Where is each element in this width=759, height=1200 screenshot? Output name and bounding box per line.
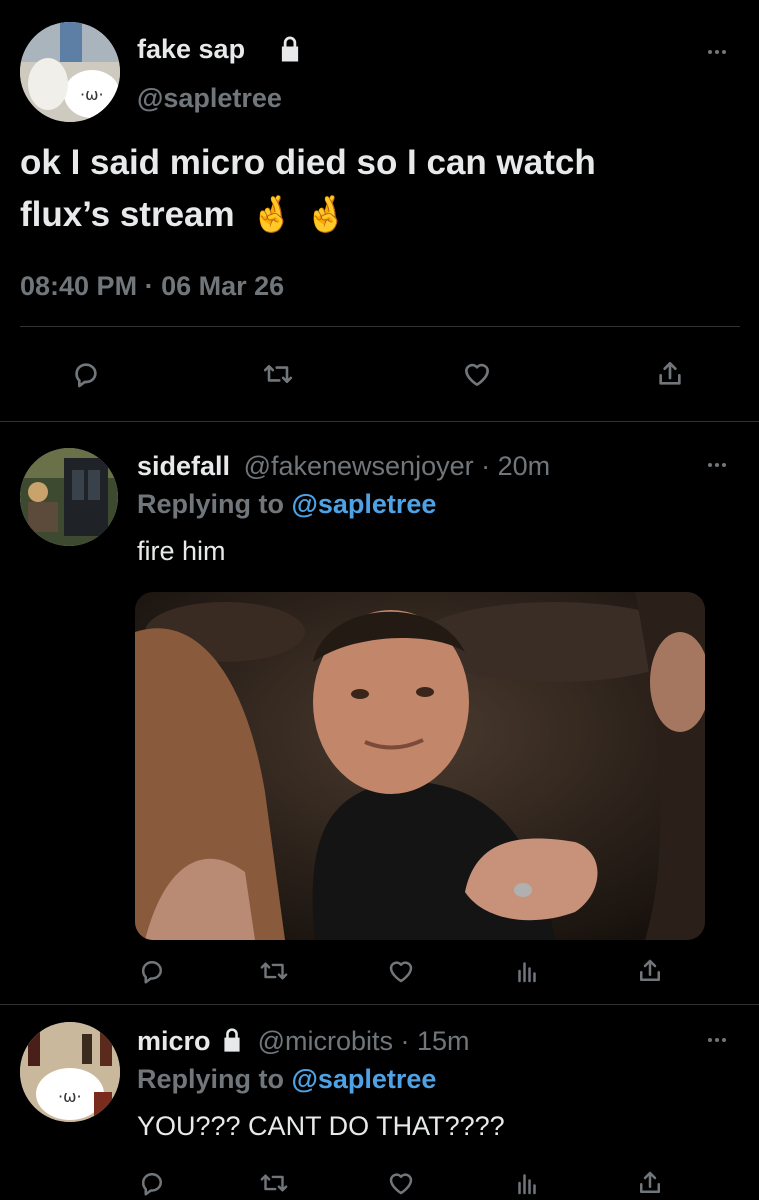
reply-text: YOU??? CANT DO THAT???? <box>137 1111 505 1141</box>
reply-header: sidefall @fakenewsenjoyer · 20m <box>137 450 550 482</box>
divider <box>0 1004 759 1005</box>
avatar-image <box>20 448 118 546</box>
replying-to-label: Replying to <box>137 1064 284 1094</box>
share-icon[interactable] <box>633 954 667 988</box>
tweet-date: 06 Mar 26 <box>161 271 285 301</box>
more-dots-icon[interactable] <box>708 463 726 467</box>
attached-media[interactable] <box>135 592 705 940</box>
handle[interactable]: @microbits <box>258 1026 393 1056</box>
timestamp[interactable]: 08:40 PM · 06 Mar 26 <box>20 270 284 302</box>
tweet-age[interactable]: 20m <box>498 451 551 481</box>
retweet-icon[interactable] <box>258 356 298 392</box>
lock-icon <box>275 34 305 69</box>
heart-icon[interactable] <box>458 356 496 392</box>
lock-icon <box>218 1026 246 1061</box>
share-icon[interactable] <box>633 1166 667 1200</box>
heart-icon[interactable] <box>384 1166 418 1200</box>
more-dots-icon[interactable] <box>708 1038 726 1042</box>
bar-chart-icon[interactable] <box>510 954 544 988</box>
replying-to-label: Replying to <box>137 489 284 519</box>
handle[interactable]: @sapletree <box>137 82 282 114</box>
divider <box>20 326 740 327</box>
reply-text: fire him <box>137 536 226 566</box>
replying-to: Replying to @sapletree <box>137 1063 436 1095</box>
crossed-fingers-emoji: 🤞🤞 <box>250 195 358 235</box>
replying-to: Replying to @sapletree <box>137 488 436 520</box>
tweet-age[interactable]: 15m <box>417 1026 470 1056</box>
bar-chart-icon[interactable] <box>510 1166 544 1200</box>
replying-to-handle[interactable]: @sapletree <box>292 489 437 519</box>
tweet-time: 08:40 PM <box>20 271 138 301</box>
separator: · <box>400 1026 410 1056</box>
retweet-icon[interactable] <box>255 954 293 988</box>
avatar[interactable]: ·ω· <box>20 1022 120 1122</box>
svg-text:·ω·: ·ω· <box>80 85 104 104</box>
tweet-text-line-1: ok I said micro died so I can watch <box>20 143 596 182</box>
speech-bubble-icon[interactable] <box>135 954 169 988</box>
display-name[interactable]: fake sap <box>137 33 245 65</box>
svg-text:·ω·: ·ω· <box>58 1087 82 1106</box>
separator: · <box>481 451 491 481</box>
display-name[interactable]: micro <box>137 1026 211 1056</box>
avatar[interactable] <box>20 448 118 546</box>
heart-icon[interactable] <box>384 954 418 988</box>
speech-bubble-icon[interactable] <box>68 356 104 392</box>
speech-bubble-icon[interactable] <box>135 1166 169 1200</box>
share-icon[interactable] <box>652 356 688 392</box>
divider <box>0 421 759 422</box>
retweet-icon[interactable] <box>255 1166 293 1200</box>
tweet-text-line-2-text: flux’s stream <box>20 195 235 234</box>
avatar-image: ·ω· <box>20 1022 120 1122</box>
timestamp-separator: · <box>144 271 154 301</box>
replying-to-handle[interactable]: @sapletree <box>292 1064 437 1094</box>
media-image <box>135 592 705 940</box>
display-name[interactable]: sidefall <box>137 451 230 481</box>
reply-header: micro @microbits · 15m <box>137 1025 470 1061</box>
avatar[interactable]: ·ω· <box>20 22 120 122</box>
avatar-image: ·ω· <box>20 22 120 122</box>
handle[interactable]: @fakenewsenjoyer <box>244 451 474 481</box>
more-dots-icon[interactable] <box>708 50 726 54</box>
tweet-text-line-2: flux’s stream 🤞🤞 <box>20 194 358 236</box>
